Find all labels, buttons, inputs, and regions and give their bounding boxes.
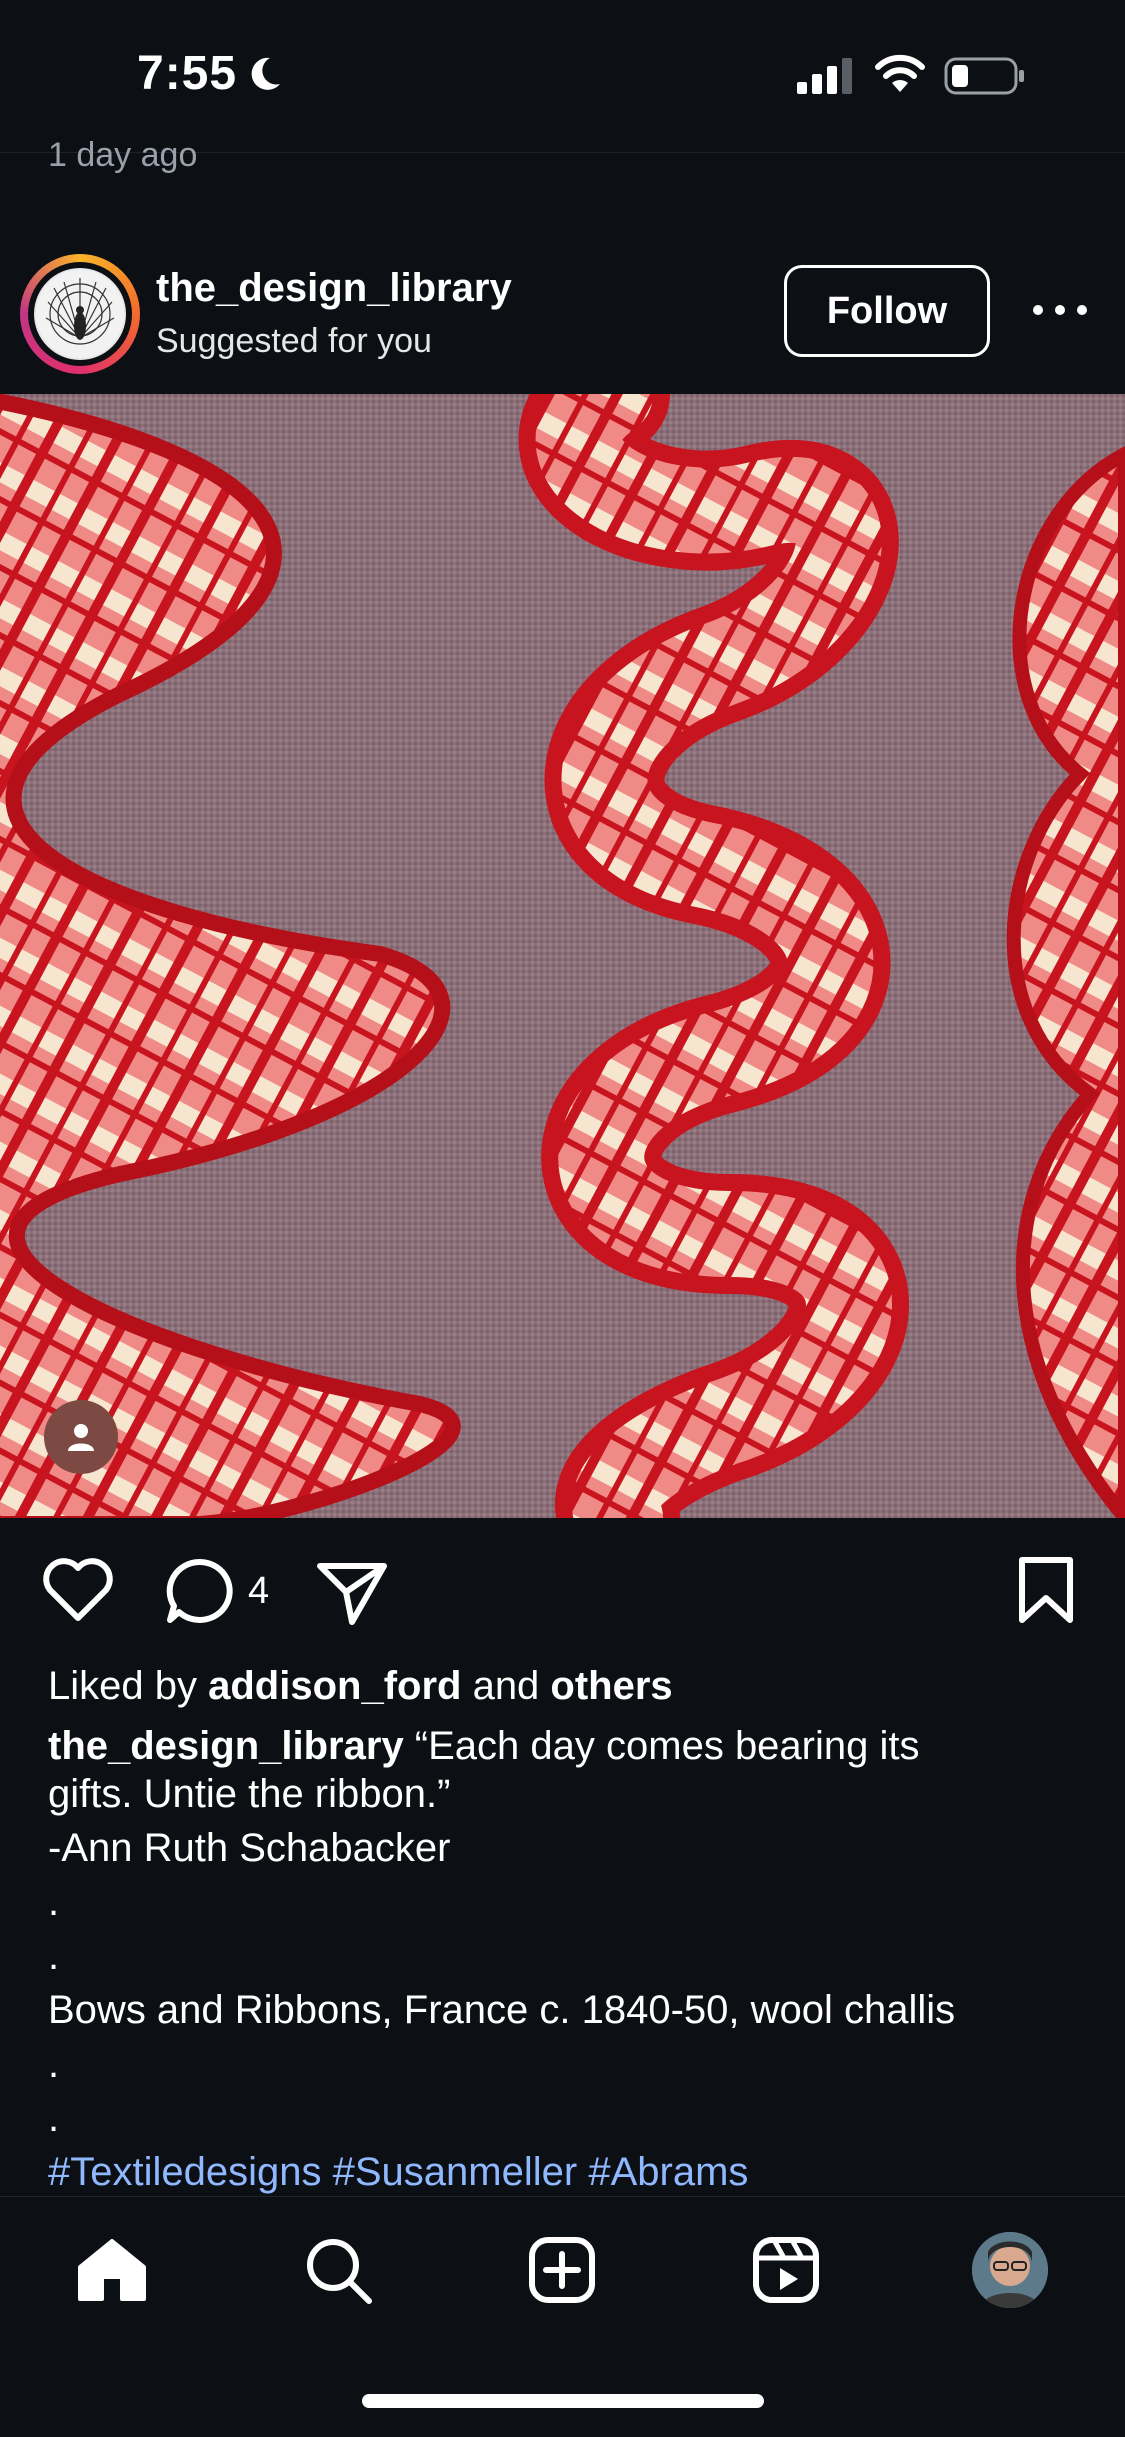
profile-tab-avatar[interactable] [972, 2232, 1048, 2308]
caption-text-1: “Each day comes bearing its [403, 1724, 920, 1768]
avatar[interactable] [34, 268, 126, 360]
battery-icon [944, 57, 1024, 95]
reels-icon [753, 2237, 819, 2303]
follow-button[interactable]: Follow [784, 265, 990, 357]
post-image[interactable] [0, 394, 1125, 1518]
reels-tab[interactable] [746, 2230, 826, 2310]
liked-by-user-link[interactable]: addison_ford [208, 1664, 461, 1708]
search-icon [307, 2239, 372, 2304]
peacock-logo-icon [36, 270, 124, 358]
ribbon-textile-illustration [0, 394, 1125, 1518]
post-username[interactable]: the_design_library [156, 266, 512, 311]
status-time: 7:55 [137, 47, 238, 100]
home-icon [78, 2239, 146, 2301]
caption-line-1: the_design_library “Each day comes beari… [48, 1722, 920, 1770]
comment-count[interactable]: 4 [248, 1570, 269, 1613]
caption-line-2: gifts. Untie the ribbon.” [48, 1772, 451, 1816]
liked-by-prefix: Liked by [48, 1664, 209, 1708]
search-tab[interactable] [298, 2230, 378, 2310]
create-icon [529, 2237, 595, 2303]
caption-dot-1: . [48, 1880, 60, 1924]
home-tab[interactable] [72, 2230, 152, 2310]
caption-dot-3: . [48, 2042, 60, 2086]
bookmark-icon[interactable] [1016, 1556, 1076, 1626]
caption-line-6: Bows and Ribbons, France c. 1840-50, woo… [48, 1988, 956, 2032]
heart-icon[interactable] [40, 1556, 116, 1624]
suggested-label: Suggested for you [156, 322, 432, 360]
caption-username-link[interactable]: the_design_library [48, 1724, 404, 1768]
liked-by-others-link[interactable]: others [550, 1664, 672, 1708]
share-icon[interactable] [314, 1556, 390, 1628]
caption-line-3: -Ann Ruth Schabacker [48, 1826, 451, 1870]
moon-icon [251, 57, 280, 90]
liked-by-and: and [461, 1664, 551, 1708]
liked-by-line: Liked by addison_ford and others [48, 1662, 673, 1710]
caption-dot-4: . [48, 2096, 60, 2140]
comment-icon[interactable] [162, 1556, 238, 1628]
tagged-people-icon[interactable] [44, 1400, 118, 1474]
hashtag-link[interactable]: #Susanmeller [333, 2150, 578, 2194]
previous-post-timestamp: 1 day ago [48, 136, 198, 174]
wifi-icon [875, 54, 925, 92]
profile-photo [972, 2232, 1048, 2308]
signal-icon [797, 58, 852, 94]
create-tab[interactable] [522, 2230, 602, 2310]
hashtags-line: #Textiledesigns #Susanmeller #Abrams [48, 2148, 748, 2196]
hashtag-link[interactable]: #Textiledesigns [48, 2150, 322, 2194]
home-indicator[interactable] [362, 2394, 764, 2408]
more-options-icon[interactable] [1030, 296, 1090, 324]
caption-dot-2: . [48, 1934, 60, 1978]
hashtag-link[interactable]: #Abrams [588, 2150, 748, 2194]
